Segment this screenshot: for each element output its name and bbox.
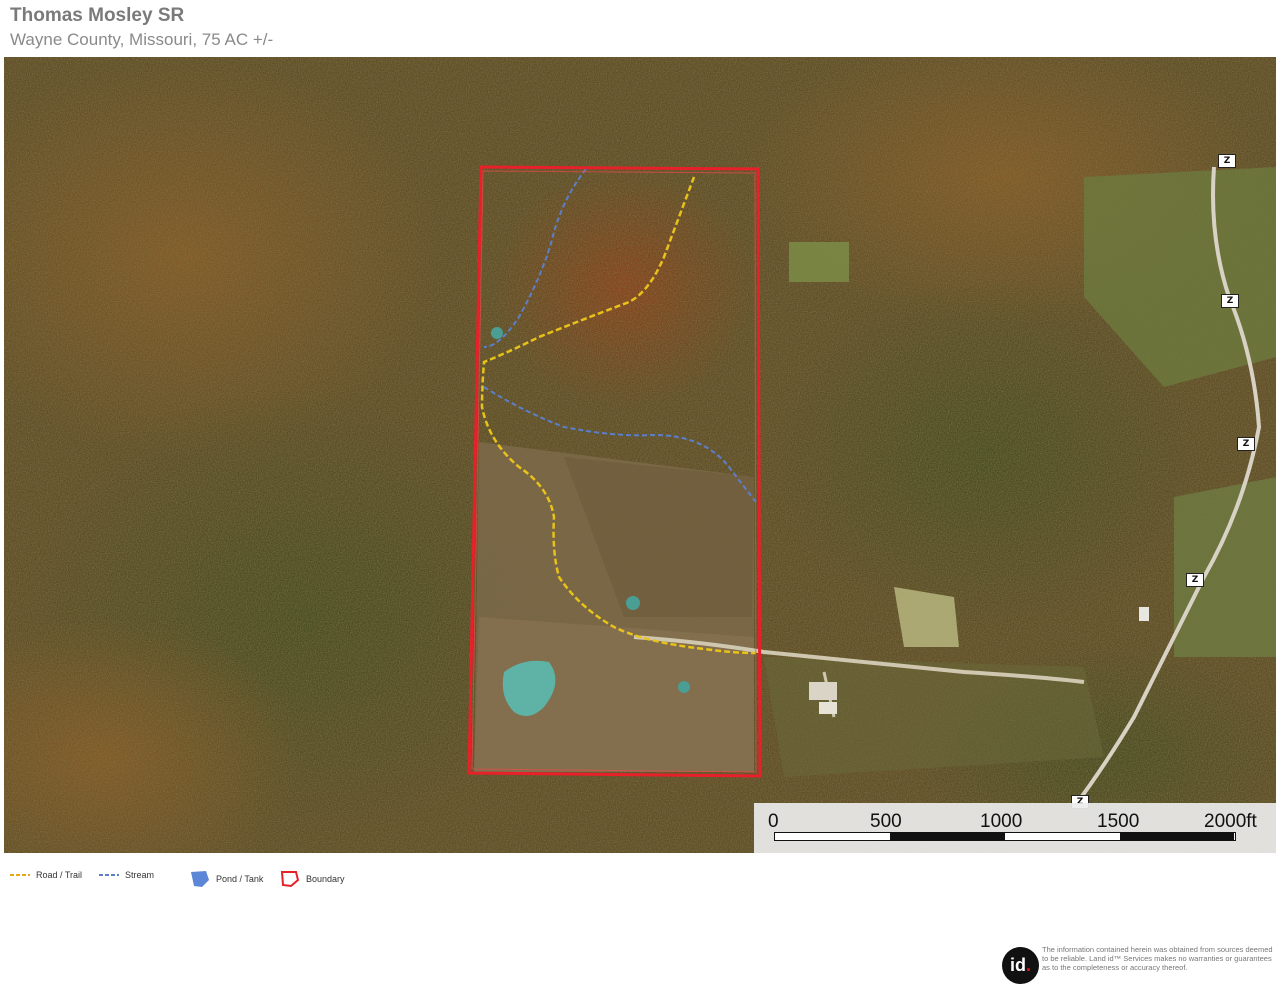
aerial-imagery (4, 57, 1276, 853)
legend-label: Stream (125, 870, 155, 880)
highway-z-marker: Z (1218, 154, 1236, 168)
scale-label: 2000ft (1204, 811, 1257, 832)
disclaimer-text: The information contained herein was obt… (1042, 945, 1273, 973)
scale-bar: 0 500 1000 1500 2000ft (754, 803, 1276, 853)
legend-label: Road / Trail (36, 870, 83, 880)
scale-label: 1000 (980, 811, 1023, 832)
map-header: Thomas Mosley SR Wayne County, Missouri,… (10, 5, 273, 51)
highway-z-marker: Z (1186, 573, 1204, 587)
highway-z-marker: Z (1221, 294, 1239, 308)
map-title: Thomas Mosley SR (10, 5, 185, 26)
legend-item-boundary: Boundary (280, 870, 345, 888)
dashed-line-yellow-icon (10, 874, 30, 876)
landid-logo: id. (1002, 947, 1039, 984)
scale-label: 500 (870, 811, 902, 832)
blue-polygon-icon (191, 871, 209, 887)
highway-z-marker: Z (1237, 437, 1255, 451)
scale-ruler (774, 832, 1236, 841)
scale-label: 1500 (1097, 811, 1140, 832)
legend-item-pond-tank: Pond / Tank (190, 870, 263, 888)
dashed-line-blue-icon (99, 874, 119, 876)
legend-label: Pond / Tank (216, 874, 264, 884)
map-subtitle: Wayne County, Missouri, 75 AC +/- (10, 30, 274, 49)
scale-label: 0 (768, 811, 779, 832)
footer: id. The information contained herein was… (1002, 945, 1280, 987)
legend-label: Boundary (306, 874, 345, 884)
aerial-map[interactable]: Z Z Z Z Z (4, 57, 1276, 853)
legend-item-road-trail: Road / Trail (10, 870, 82, 880)
logo-text: id (1009, 955, 1026, 975)
red-outline-polygon-icon (280, 871, 300, 888)
legend-item-stream: Stream (99, 870, 154, 880)
scale-segment (890, 833, 1005, 840)
scale-segment (1120, 833, 1234, 840)
